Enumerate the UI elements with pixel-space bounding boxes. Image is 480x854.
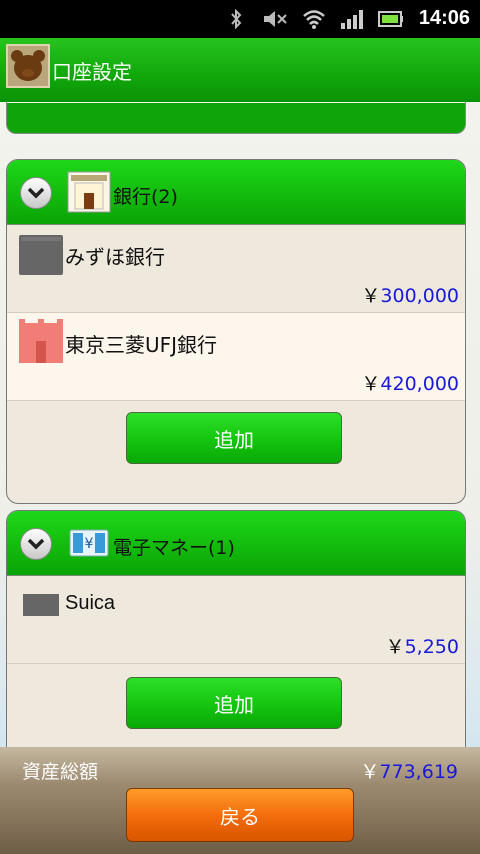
card-icon-gray (23, 594, 59, 616)
account-row[interactable]: みずほ銀行 ￥300,000 (7, 225, 465, 313)
section-header-emoney[interactable]: ¥ 電子マネー(1) (7, 511, 465, 576)
bank-icon-red (19, 319, 63, 363)
account-amount: ￥5,250 (385, 636, 459, 658)
add-emoney-button[interactable]: 追加 (126, 677, 342, 729)
svg-text:¥: ¥ (85, 536, 94, 552)
chevron-down-icon[interactable] (20, 528, 52, 560)
emoney-card-icon: ¥ (69, 529, 109, 557)
account-amount: ￥420,000 (361, 373, 459, 395)
bear-avatar-icon[interactable] (6, 44, 50, 88)
app-header: 口座設定 (0, 38, 480, 102)
status-bar: 14:06 (0, 0, 480, 38)
total-assets-label: 資産総額 (22, 761, 99, 783)
bluetooth-icon (231, 9, 242, 29)
wifi-icon (303, 10, 325, 29)
account-name: みずほ銀行 (65, 245, 165, 269)
battery-icon (378, 11, 403, 27)
account-list[interactable]: 銀行(2) みずほ銀行 ￥300,000 東京三菱UFJ銀行 ￥420,000 … (0, 102, 480, 747)
back-button[interactable]: 戻る (126, 788, 354, 842)
account-row[interactable]: 東京三菱UFJ銀行 ￥420,000 (7, 313, 465, 401)
bank-building-icon (67, 171, 111, 213)
clock: 14:06 (418, 7, 470, 29)
section-emoney: ¥ 電子マネー(1) Suica ￥5,250 追加 (6, 510, 466, 747)
page-title: 口座設定 (52, 60, 132, 84)
account-amount: ￥300,000 (361, 285, 459, 307)
account-name: Suica (65, 592, 116, 614)
chevron-down-icon[interactable] (20, 177, 52, 209)
previous-section-card (6, 102, 466, 134)
section-header-bank[interactable]: 銀行(2) (7, 160, 465, 225)
footer-bar: 資産総額 ￥773,619 戻る (0, 747, 480, 854)
account-row[interactable]: Suica ￥5,250 (7, 576, 465, 664)
mute-icon (264, 11, 287, 27)
account-name: 東京三菱UFJ銀行 (65, 333, 218, 357)
add-bank-button[interactable]: 追加 (126, 412, 342, 464)
bank-icon-gray (19, 235, 63, 275)
total-assets-value: ￥773,619 (360, 761, 458, 783)
signal-icon (341, 10, 363, 29)
section-bank: 銀行(2) みずほ銀行 ￥300,000 東京三菱UFJ銀行 ￥420,000 … (6, 159, 466, 504)
section-title-emoney: 電子マネー(1) (113, 537, 235, 559)
section-title-bank: 銀行(2) (113, 186, 178, 208)
